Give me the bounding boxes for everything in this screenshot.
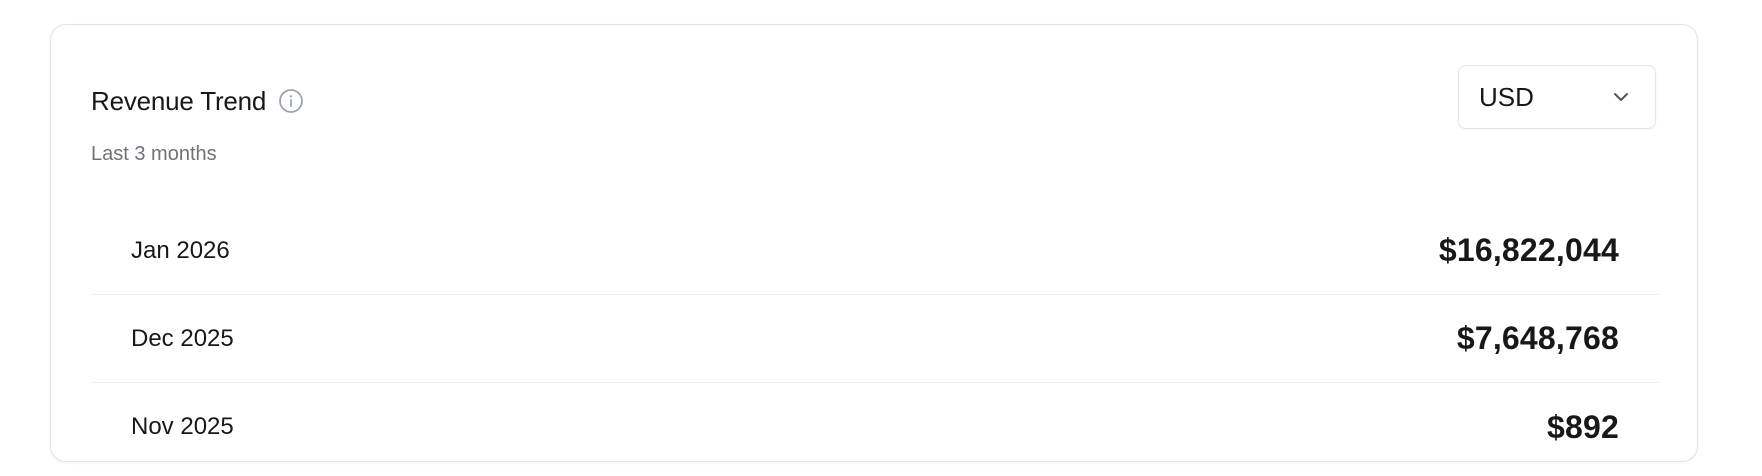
card-header: Revenue Trend: [91, 81, 304, 121]
currency-select[interactable]: USD: [1458, 65, 1656, 129]
revenue-row: Nov 2025 $892: [91, 383, 1659, 471]
revenue-row-amount: $892: [1547, 408, 1619, 445]
revenue-row-month: Jan 2026: [131, 236, 230, 264]
revenue-row-amount: $7,648,768: [1456, 320, 1619, 356]
card-title: Revenue Trend: [91, 85, 267, 116]
revenue-row-amount: $16,822,044: [1438, 232, 1619, 268]
chevron-down-icon: [1611, 87, 1631, 107]
revenue-row: Jan 2026 $16,822,044: [91, 207, 1659, 295]
revenue-row-month: Nov 2025: [131, 413, 234, 440]
card-subtitle: Last 3 months: [91, 143, 217, 165]
currency-select-value: USD: [1479, 81, 1534, 112]
revenue-trend-card: Revenue Trend Last 3 months USD Jan 2026…: [50, 24, 1698, 462]
info-icon[interactable]: [278, 88, 304, 114]
revenue-list: Jan 2026 $16,822,044 Dec 2025 $7,648,768…: [91, 207, 1659, 471]
revenue-row: Dec 2025 $7,648,768: [91, 295, 1659, 383]
revenue-row-month: Dec 2025: [131, 324, 234, 352]
